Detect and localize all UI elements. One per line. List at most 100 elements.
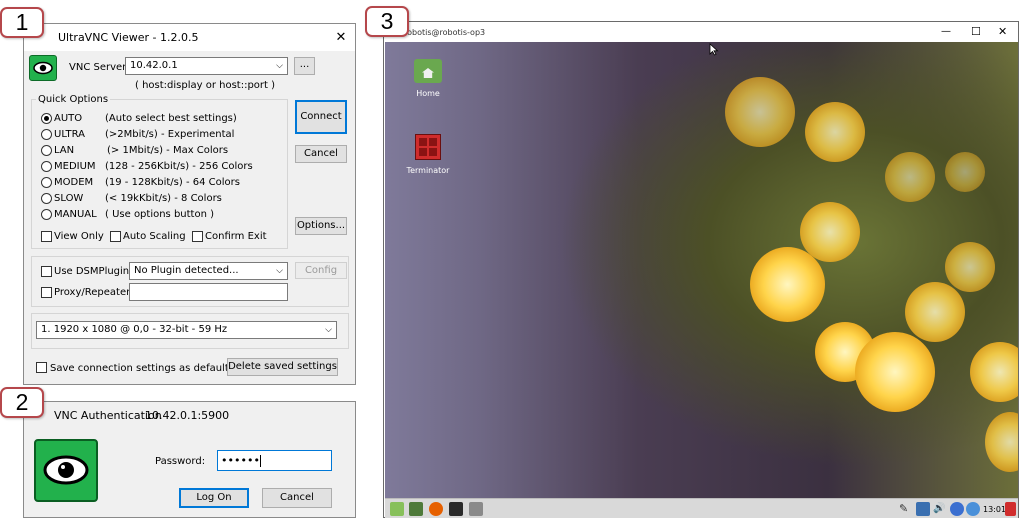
- files-icon[interactable]: [469, 502, 483, 516]
- close-button[interactable]: ✕: [327, 24, 355, 51]
- bluetooth-icon[interactable]: [950, 502, 964, 516]
- menu-icon[interactable]: [390, 502, 404, 516]
- dsm-plugin-value: No Plugin detected...: [134, 265, 239, 276]
- update-icon[interactable]: [966, 502, 980, 516]
- log-on-button[interactable]: Log On: [179, 488, 249, 508]
- option-desc: (Auto select best settings): [105, 113, 237, 124]
- terminal-icon[interactable]: [449, 502, 463, 516]
- bokeh-light: [945, 152, 985, 192]
- chevron-down-icon: ⌵: [276, 61, 283, 71]
- bokeh-light: [885, 152, 935, 202]
- desktop-icon-terminator[interactable]: Terminator: [402, 134, 454, 175]
- chevron-down-icon: ⌵: [276, 266, 283, 276]
- view-only-checkbox[interactable]: [41, 231, 52, 242]
- option-name: AUTO: [54, 113, 83, 124]
- use-dsm-label: Use DSMPlugin: [54, 266, 130, 277]
- bokeh-light: [945, 242, 995, 292]
- option-desc: (< 19kKbit/s) - 8 Colors: [105, 193, 222, 204]
- save-default-label: Save connection settings as default: [50, 363, 229, 374]
- cancel-button[interactable]: Cancel: [295, 145, 347, 163]
- confirm-exit-checkbox[interactable]: [192, 231, 203, 242]
- step-badge-3: 3: [365, 6, 409, 37]
- bokeh-light: [985, 412, 1018, 472]
- server-format-hint: ( host:display or host::port ): [135, 80, 276, 91]
- network-icon[interactable]: [916, 502, 930, 516]
- radio-slow[interactable]: [41, 193, 52, 204]
- options-button[interactable]: Options...: [295, 217, 347, 235]
- bokeh-light: [970, 342, 1018, 402]
- radio-medium[interactable]: [41, 161, 52, 172]
- option-name: MEDIUM: [54, 161, 96, 172]
- minimize-button[interactable]: —: [941, 25, 951, 38]
- option-name: MANUAL: [54, 209, 97, 220]
- browse-button[interactable]: ...: [294, 57, 315, 75]
- proxy-checkbox[interactable]: [41, 287, 52, 298]
- desktop-wallpaper: Home Terminator: [385, 42, 1018, 498]
- terminator-icon: [415, 134, 441, 160]
- config-button[interactable]: Config: [295, 262, 347, 279]
- auto-scaling-label: Auto Scaling: [123, 231, 186, 242]
- option-desc: ( Use options button ): [105, 209, 215, 220]
- option-desc: (>2Mbit/s) - Experimental: [105, 129, 235, 140]
- vnc-server-label: VNC Server:: [69, 62, 130, 73]
- radio-lan[interactable]: [41, 145, 52, 156]
- show-desktop-icon[interactable]: [409, 502, 423, 516]
- home-label: Home: [416, 89, 440, 98]
- maximize-button[interactable]: ☐: [971, 25, 981, 38]
- option-desc: (19 - 128Kbit/s) - 64 Colors: [105, 177, 240, 188]
- option-name: ULTRA: [54, 129, 86, 140]
- option-desc: (> 1Mbit/s) - Max Colors: [107, 145, 229, 156]
- radio-modem[interactable]: [41, 177, 52, 188]
- remote-desktop-window: robotis@robotis-op3 — ☐ ✕ Home Terminato…: [383, 21, 1019, 518]
- remote-title-bar: robotis@robotis-op3 — ☐ ✕: [384, 22, 1018, 42]
- delete-saved-settings-button[interactable]: Delete saved settings: [227, 358, 338, 376]
- bokeh-light: [725, 77, 795, 147]
- radio-manual[interactable]: [41, 209, 52, 220]
- step-badge-2: 2: [0, 387, 44, 418]
- folder-icon: [414, 59, 442, 83]
- bokeh-light: [750, 247, 825, 322]
- chevron-down-icon: ⌵: [325, 325, 332, 335]
- view-only-label: View Only: [54, 231, 104, 242]
- ultravnc-viewer-window: UltraVNC Viewer - 1.2.0.5 ✕ VNC Server: …: [23, 23, 356, 385]
- firefox-icon[interactable]: [429, 502, 443, 516]
- use-dsm-checkbox[interactable]: [41, 266, 52, 277]
- auto-scaling-checkbox[interactable]: [110, 231, 121, 242]
- window-title: UltraVNC Viewer - 1.2.0.5: [58, 31, 199, 44]
- step-badge-1: 1: [0, 7, 44, 38]
- save-default-checkbox[interactable]: [36, 362, 47, 373]
- terminator-tray-icon[interactable]: [1005, 502, 1016, 516]
- quick-options-label: Quick Options: [36, 93, 111, 106]
- bokeh-light: [800, 202, 860, 262]
- option-name: LAN: [54, 145, 75, 156]
- title-bar: UltraVNC Viewer - 1.2.0.5 ✕: [24, 24, 355, 51]
- option-name: MODEM: [54, 177, 94, 188]
- auth-host: 10.42.0.1:5900: [145, 409, 230, 422]
- vnc-authentication-window: VNC Authentication 10.42.0.1:5900 Passwo…: [23, 401, 356, 518]
- desktop-icon-home[interactable]: Home: [402, 59, 454, 98]
- option-desc: (128 - 256Kbit/s) - 256 Colors: [105, 161, 253, 172]
- password-label: Password:: [155, 456, 206, 467]
- password-input[interactable]: ••••••: [217, 450, 332, 471]
- auth-cancel-button[interactable]: Cancel: [262, 488, 332, 508]
- display-select[interactable]: 1. 1920 x 1080 @ 0,0 - 32-bit - 59 Hz ⌵: [36, 321, 337, 339]
- remote-close-button[interactable]: ✕: [998, 25, 1007, 38]
- dsm-plugin-combo[interactable]: No Plugin detected... ⌵: [129, 262, 288, 280]
- vnc-server-value: 10.42.0.1: [130, 60, 178, 71]
- radio-ultra[interactable]: [41, 129, 52, 140]
- proxy-label: Proxy/Repeater: [54, 287, 131, 298]
- display-value: 1. 1920 x 1080 @ 0,0 - 32-bit - 59 Hz: [41, 324, 228, 335]
- mouse-cursor-icon: [709, 43, 719, 56]
- taskbar: ✎ 🔊 13:01: [385, 498, 1018, 518]
- pen-icon[interactable]: ✎: [899, 502, 913, 516]
- bokeh-light: [905, 282, 965, 342]
- remote-title: robotis@robotis-op3: [404, 28, 486, 37]
- vnc-server-combo[interactable]: 10.42.0.1 ⌵: [125, 57, 288, 75]
- radio-auto[interactable]: [41, 113, 52, 124]
- proxy-input[interactable]: [129, 283, 288, 301]
- vnc-eye-icon: [29, 55, 57, 81]
- volume-icon[interactable]: 🔊: [933, 502, 947, 516]
- connect-button[interactable]: Connect: [295, 100, 347, 134]
- terminator-label: Terminator: [406, 166, 450, 175]
- clock: 13:01: [983, 505, 1007, 514]
